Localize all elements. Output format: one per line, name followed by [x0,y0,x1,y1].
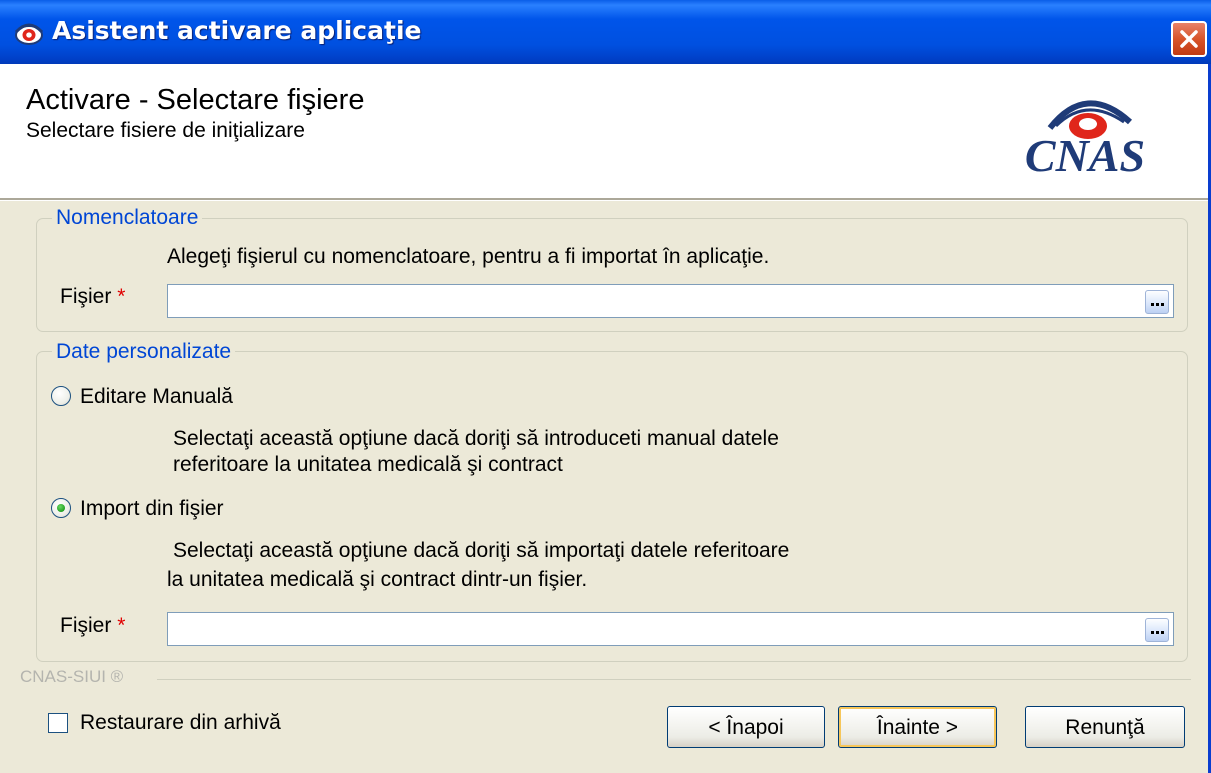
manual-edit-radio[interactable] [51,386,71,406]
nomenclatoare-browse-button[interactable] [1145,290,1169,314]
nomenclatoare-file-field[interactable] [167,284,1174,318]
file-label-text: Fişier [60,285,112,308]
file-label-text: Fişier [60,614,112,637]
next-button[interactable]: Înainte > [838,706,997,748]
radio-selected-dot [57,504,65,512]
manual-edit-label[interactable]: Editare Manuală [80,385,233,409]
back-button-label: < Înapoi [708,716,784,739]
manual-edit-description: Selectaţi această opţiune dacă doriţi să… [173,427,779,450]
personal-data-legend: Date personalizate [52,340,236,364]
cancel-button-label: Renunţă [1065,716,1145,739]
header-divider-highlight [0,200,1208,201]
import-file-label[interactable]: Import din fişier [80,497,224,521]
nomenclatoare-description: Alegeţi fişierul cu nomenclatoare, pentr… [167,245,770,268]
import-file-description: Selectaţi această opţiune dacă doriţi să… [173,539,790,562]
close-button[interactable] [1171,21,1207,57]
restore-archive-label[interactable]: Restaurare din arhivă [80,711,281,735]
nomenclatoare-legend: Nomenclatoare [52,206,203,230]
required-marker: * [117,285,126,308]
window-title: Asistent activare aplicaţie [52,16,422,45]
title-bar[interactable]: Asistent activare aplicaţie [0,0,1211,64]
import-file-description-2: la unitatea medicală şi contract dintr-u… [167,568,588,591]
required-marker: * [117,614,126,637]
restore-archive-checkbox[interactable] [48,713,68,733]
cnas-logo-icon [14,23,44,45]
footer-divider [157,679,1191,680]
browse-icon [1151,303,1165,307]
brand-label: CNAS-SIUI ® [20,667,124,686]
nomenclatoare-file-label: Fişier * [60,285,125,309]
manual-edit-description-2: referitoare la unitatea medicală şi cont… [173,453,563,476]
next-button-label: Înainte > [876,716,959,739]
logo-text: CNAS [1025,130,1145,178]
page-title: Activare - Selectare fişiere [26,84,365,116]
cnas-logo: CNAS [1025,100,1145,178]
import-file-file-label: Fişier * [60,614,125,638]
browse-icon [1151,631,1165,635]
import-file-browse-button[interactable] [1145,618,1169,642]
import-file-radio[interactable] [51,498,71,518]
import-file-field[interactable] [167,612,1174,646]
close-icon [1180,30,1198,48]
page-subtitle: Selectare fisiere de iniţializare [26,119,305,142]
back-button[interactable]: < Înapoi [667,706,825,748]
wizard-window: Asistent activare aplicaţie Activare - S… [0,0,1211,773]
cancel-button[interactable]: Renunţă [1025,706,1185,748]
